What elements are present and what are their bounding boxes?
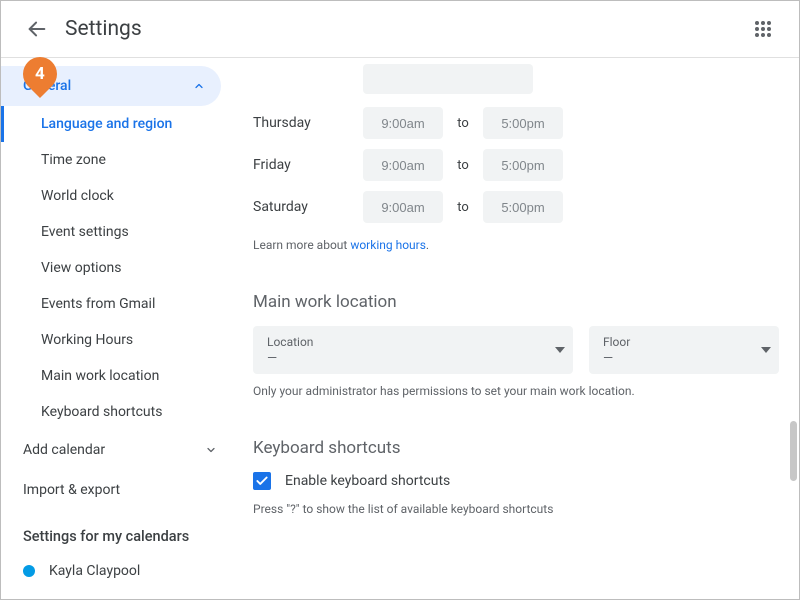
sidebar-my-calendars-title: Settings for my calendars <box>1 510 233 553</box>
apps-grid-icon <box>754 20 772 38</box>
end-time-field[interactable] <box>483 149 563 181</box>
working-hours-learn-more: Learn more about working hours. <box>253 238 779 252</box>
start-time-input[interactable] <box>375 116 431 131</box>
keyboard-shortcuts-title: Keyboard shortcuts <box>253 438 779 458</box>
start-time-field[interactable] <box>363 107 443 139</box>
sidebar-item-event-settings[interactable]: Event settings <box>1 214 233 250</box>
enable-shortcuts-label: Enable keyboard shortcuts <box>285 473 450 489</box>
sidebar-item-events-from-gmail[interactable]: Events from Gmail <box>1 286 233 322</box>
working-hours-day: Friday <box>253 157 363 173</box>
sidebar: General Language and region Time zone Wo… <box>1 58 233 599</box>
sidebar-item-world-clock[interactable]: World clock <box>1 178 233 214</box>
main-work-location-hint: Only your administrator has permissions … <box>253 384 779 398</box>
chevron-down-icon <box>205 444 217 456</box>
sidebar-item-main-work-location[interactable]: Main work location <box>1 358 233 394</box>
floor-select-label: Floor <box>603 335 630 349</box>
end-time-input[interactable] <box>495 158 551 173</box>
start-time-field[interactable] <box>363 191 443 223</box>
location-select[interactable]: Location — <box>253 326 573 374</box>
start-time-input[interactable] <box>375 200 431 215</box>
main-content: Thursday to Friday to Saturday to Learn more … <box>233 58 799 599</box>
sidebar-item-working-hours[interactable]: Working Hours <box>1 322 233 358</box>
page-title: Settings <box>65 17 142 41</box>
app-header: Settings <box>1 1 799 57</box>
keyboard-shortcuts-hint: Press "?" to show the list of available … <box>253 502 779 516</box>
working-hours-row: Friday to <box>253 146 779 184</box>
google-apps-button[interactable] <box>743 9 783 49</box>
to-label: to <box>443 116 483 131</box>
working-hours-day: Thursday <box>253 115 363 131</box>
to-label: to <box>443 158 483 173</box>
sidebar-calendar-label: Kayla Claypool <box>49 563 140 579</box>
floor-select-value: — <box>603 351 630 366</box>
sidebar-calendar-item[interactable]: Kayla Claypool <box>1 553 233 589</box>
working-hours-row: Saturday to <box>253 188 779 226</box>
working-hours-row: Thursday to <box>253 104 779 142</box>
end-time-field[interactable] <box>483 107 563 139</box>
chevron-up-icon <box>193 80 205 92</box>
sidebar-item-time-zone[interactable]: Time zone <box>1 142 233 178</box>
location-select-label: Location <box>267 335 313 349</box>
sidebar-item-view-options[interactable]: View options <box>1 250 233 286</box>
end-time-input[interactable] <box>495 116 551 131</box>
location-select-value: — <box>267 351 313 366</box>
calendar-color-dot-icon <box>23 565 35 577</box>
sidebar-item-import-export[interactable]: Import & export <box>1 470 233 510</box>
enable-shortcuts-checkbox[interactable] <box>253 472 271 490</box>
caret-down-icon <box>555 347 565 353</box>
to-label: to <box>443 200 483 215</box>
back-button[interactable] <box>17 9 57 49</box>
sidebar-item-keyboard-shortcuts[interactable]: Keyboard shortcuts <box>1 394 233 430</box>
end-time-field[interactable] <box>483 191 563 223</box>
time-range-pill-partial[interactable] <box>363 64 533 94</box>
sidebar-section-label: General <box>23 78 71 94</box>
floor-select[interactable]: Floor — <box>589 326 779 374</box>
main-work-location-title: Main work location <box>253 292 779 312</box>
check-icon <box>255 474 269 488</box>
sidebar-section-add-calendar[interactable]: Add calendar <box>1 430 233 470</box>
start-time-field[interactable] <box>363 149 443 181</box>
sidebar-item-language-region[interactable]: Language and region <box>1 106 233 142</box>
end-time-input[interactable] <box>495 200 551 215</box>
arrow-left-icon <box>26 18 48 40</box>
start-time-input[interactable] <box>375 158 431 173</box>
working-hours-day: Saturday <box>253 199 363 215</box>
sidebar-section-general[interactable]: General <box>1 66 221 106</box>
scrollbar-thumb[interactable] <box>790 421 797 481</box>
caret-down-icon <box>761 347 771 353</box>
working-hours-link[interactable]: working hours <box>350 238 426 252</box>
